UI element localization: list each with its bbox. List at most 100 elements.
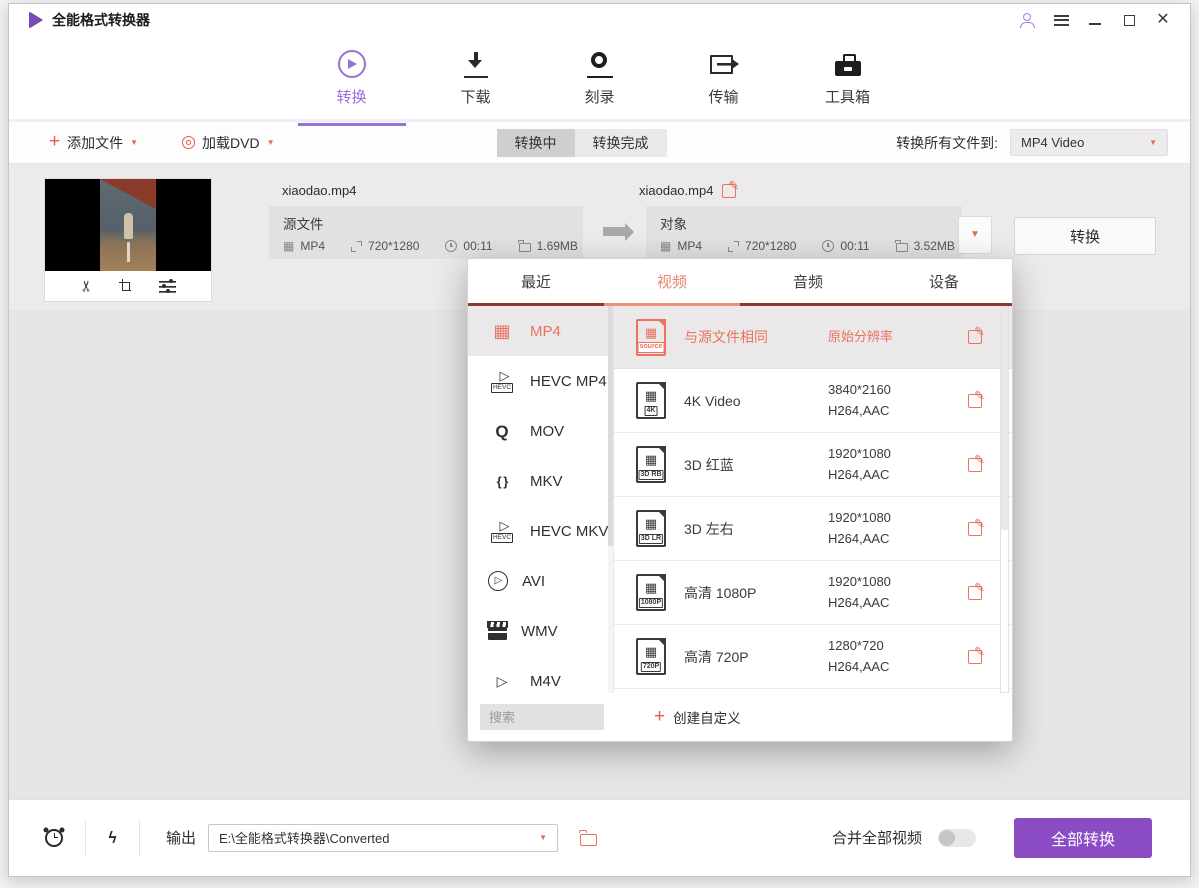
preset-list-scrollbar[interactable] [1000, 306, 1009, 693]
format-item[interactable]: WMV [468, 606, 613, 656]
open-folder-icon[interactable] [580, 834, 597, 846]
merge-toggle[interactable] [938, 829, 976, 847]
format-item[interactable]: M4V [468, 656, 613, 693]
preset-edit-icon[interactable] [968, 330, 982, 344]
account-button[interactable] [1012, 8, 1042, 32]
preset-edit-icon[interactable] [968, 650, 982, 664]
effects-sliders-icon[interactable] [159, 279, 176, 293]
preset-file-icon: 3D LR [636, 510, 666, 547]
tab-converting[interactable]: 转换中 [497, 129, 575, 157]
convert-icon [338, 50, 366, 78]
preset-edit-icon[interactable] [968, 522, 982, 536]
format-item[interactable]: MP4 [468, 306, 613, 356]
output-path-select[interactable]: E:\全能格式转换器\Converted ▼ [208, 824, 558, 852]
target-format-dropdown-button[interactable]: ▼ [958, 216, 992, 254]
play-circle-icon [488, 571, 508, 591]
toolbar: + 添加文件 ▼ 加载DVD ▼ 转换中 转换完成 转换所有文件到: MP4 V… [9, 122, 1190, 164]
video-thumbnail [45, 179, 211, 271]
maximize-button[interactable] [1114, 8, 1144, 32]
create-custom-button[interactable]: + 创建自定义 [654, 707, 741, 727]
high-speed-bolt-icon[interactable]: ϟ [108, 828, 116, 848]
convert-button[interactable]: 转换 [1014, 217, 1156, 255]
nav-tab[interactable]: 刻录 [560, 46, 640, 119]
output-format-select[interactable]: MP4 Video ▼ [1010, 129, 1168, 156]
nav-tab[interactable]: 转换 [312, 46, 392, 119]
minimize-button[interactable] [1080, 8, 1110, 32]
popup-tab[interactable]: 设备 [876, 259, 1012, 306]
arrow-right-icon [603, 227, 625, 236]
search-input[interactable] [480, 704, 604, 730]
main-nav: 转换 下载 刻录 传输 工具箱 [9, 36, 1190, 122]
nav-tab[interactable]: 工具箱 [808, 46, 888, 119]
rename-edit-icon[interactable] [722, 184, 736, 198]
nav-tab[interactable]: 下载 [436, 46, 516, 119]
nav-tab[interactable]: 传输 [684, 46, 764, 119]
popup-footer: + 创建自定义 [468, 693, 1012, 741]
app-title: 全能格式转换器 [52, 10, 150, 30]
close-button[interactable]: ✕ [1148, 8, 1178, 32]
burn-icon [587, 51, 613, 78]
source-info-title: 源文件 [283, 213, 569, 233]
preset-file-icon: source [636, 319, 666, 356]
source-info-panel: 源文件 MP4 720*1280 00:11 1.69MB [269, 206, 583, 259]
schedule-alarm-icon[interactable] [45, 829, 63, 847]
tab-converted[interactable]: 转换完成 [575, 129, 667, 157]
preset-edit-icon[interactable] [968, 394, 982, 408]
preset-file-icon: 720P [636, 638, 666, 675]
format-column: MP4 HEVC MP4 MOV MKV HEVC MKV [468, 306, 614, 693]
trim-scissors-icon[interactable] [80, 277, 93, 296]
resolution-icon [728, 241, 739, 252]
chevron-down-icon: ▼ [1149, 139, 1157, 147]
preset-column: source 与源文件相同 原始分辨率 4K 4K Video 3840*216… [614, 306, 1012, 693]
resolution-icon [351, 241, 362, 252]
popup-tab[interactable]: 最近 [468, 259, 604, 306]
output-label: 输出 [166, 827, 196, 848]
preset-item[interactable]: 4K 4K Video 3840*2160 H264,AAC [614, 369, 1012, 433]
preset-item[interactable]: source 与源文件相同 原始分辨率 [614, 306, 1012, 369]
format-item[interactable]: HEVC MKV [468, 506, 613, 556]
format-item[interactable]: MOV [468, 406, 613, 456]
load-dvd-button[interactable]: 加载DVD ▼ [182, 133, 274, 153]
format-item[interactable]: HEVC MP4 [468, 356, 613, 406]
film-icon [660, 240, 671, 252]
toolbox-icon [835, 61, 861, 76]
convert-all-to-label: 转换所有文件到: [896, 133, 998, 153]
play-flag-icon [488, 674, 516, 688]
merge-videos-label: 合并全部视频 [832, 827, 922, 848]
preset-item[interactable]: 3D RB 3D 红蓝 1920*1080 H264,AAC [614, 433, 1012, 497]
plus-icon: + [654, 707, 665, 726]
preset-item[interactable]: 720P 高清 720P 1280*720 H264,AAC [614, 625, 1012, 689]
popup-tabs: 最近视频音频设备 [468, 259, 1012, 306]
disc-icon [182, 136, 195, 149]
bottom-bar: ϟ 输出 E:\全能格式转换器\Converted ▼ 合并全部视频 全部转换 [9, 799, 1190, 875]
preset-item[interactable]: 3D LR 3D 左右 1920*1080 H264,AAC [614, 497, 1012, 561]
format-list-scrollbar[interactable] [608, 306, 613, 693]
chevron-down-icon: ▼ [539, 834, 547, 842]
crop-icon[interactable] [119, 279, 133, 293]
format-list: MP4 HEVC MP4 MOV MKV HEVC MKV [468, 306, 613, 693]
clip-toolbar [45, 271, 211, 301]
queue-tabs: 转换中 转换完成 [497, 129, 667, 157]
film-icon [283, 240, 294, 252]
film-icon [488, 322, 516, 340]
preset-list: source 与源文件相同 原始分辨率 4K 4K Video 3840*216… [614, 306, 1012, 689]
format-item[interactable]: AVI [468, 556, 613, 606]
clock-icon [445, 240, 457, 252]
target-info-title: 对象 [660, 213, 948, 233]
video-thumbnail-card [45, 179, 211, 301]
chevron-down-icon: ▼ [267, 139, 275, 147]
menu-button[interactable] [1046, 8, 1076, 32]
hamburger-icon [1054, 15, 1069, 26]
preset-edit-icon[interactable] [968, 458, 982, 472]
popup-tab[interactable]: 视频 [604, 259, 740, 306]
preset-file-icon: 3D RB [636, 446, 666, 483]
minimize-icon [1089, 23, 1101, 25]
popup-tab[interactable]: 音频 [740, 259, 876, 306]
source-filename: xiaodao.mp4 [282, 183, 356, 198]
convert-all-button[interactable]: 全部转换 [1014, 818, 1152, 858]
person-icon [1020, 13, 1034, 28]
format-item[interactable]: MKV [468, 456, 613, 506]
preset-edit-icon[interactable] [968, 586, 982, 600]
add-files-button[interactable]: + 添加文件 ▼ [49, 133, 138, 153]
preset-item[interactable]: 1080P 高清 1080P 1920*1080 H264,AAC [614, 561, 1012, 625]
